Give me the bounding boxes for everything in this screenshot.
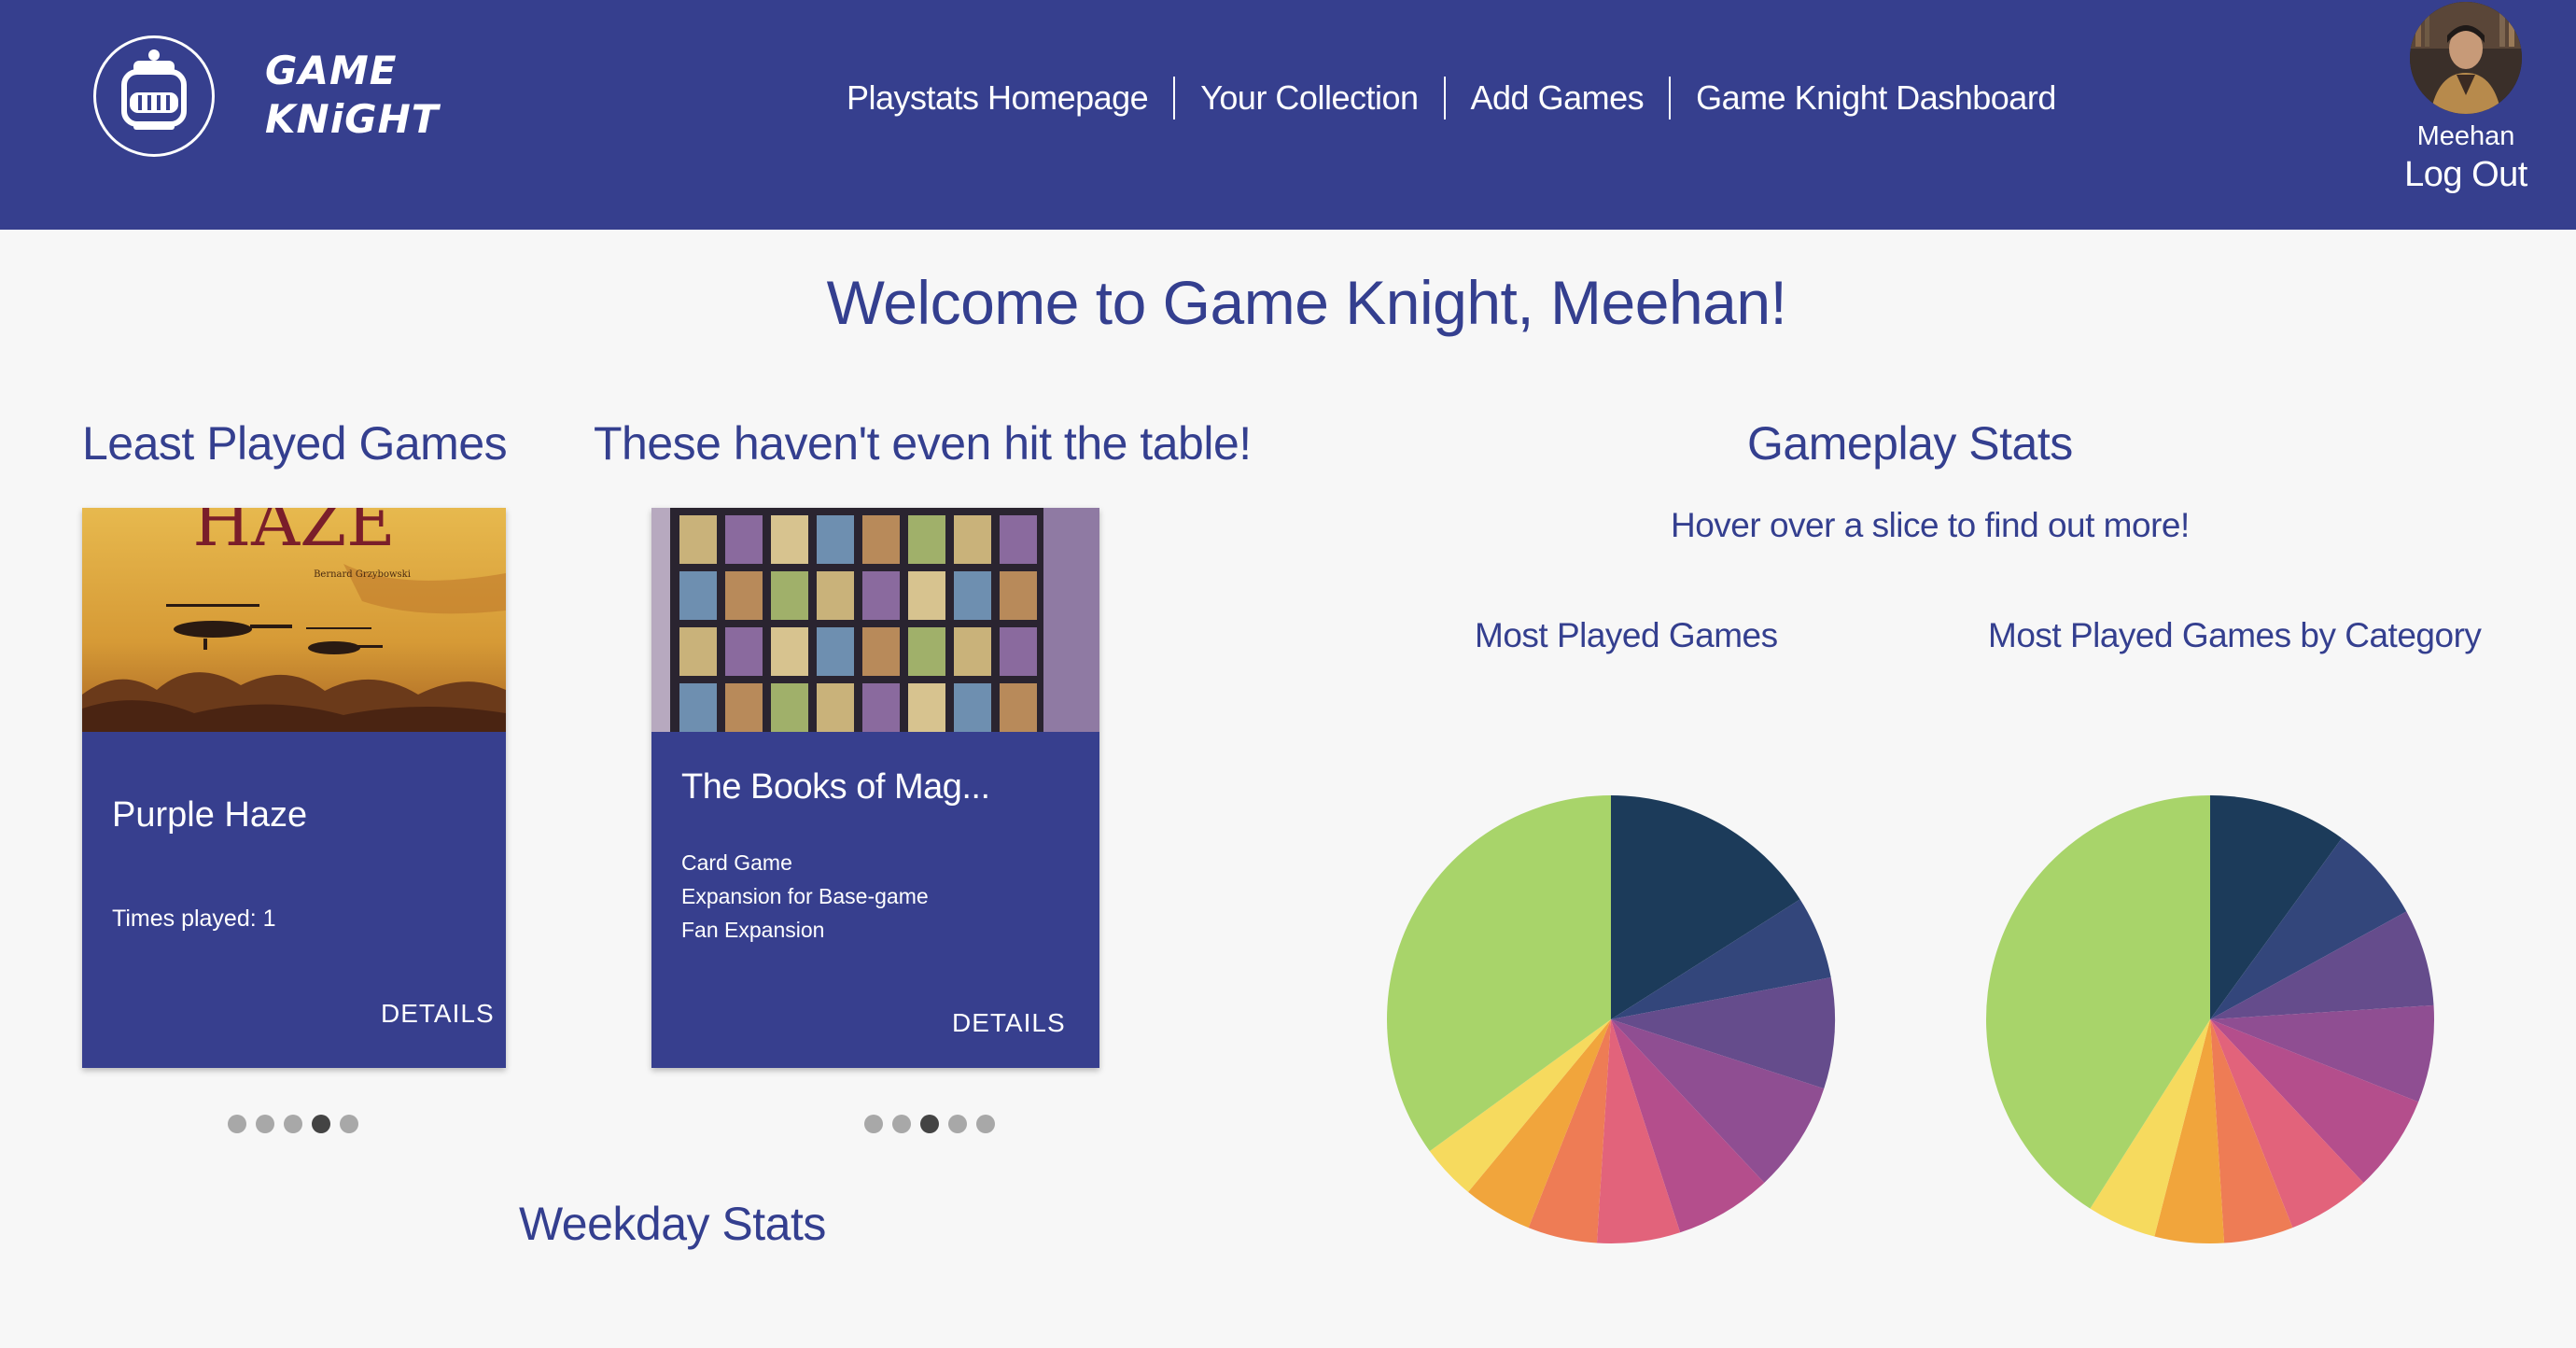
card-art-tile bbox=[862, 683, 900, 732]
card-art-tile bbox=[1000, 571, 1037, 620]
card-art-tile bbox=[679, 627, 717, 676]
top-navbar: GAME KNiGHT Playstats Homepage Your Coll… bbox=[0, 0, 2576, 230]
not-played-heading: These haven't even hit the table! bbox=[594, 417, 1252, 470]
card-art-tile bbox=[1000, 683, 1037, 732]
weekday-stats-heading: Weekday Stats bbox=[519, 1198, 826, 1250]
least-played-card[interactable]: HAZE Bernard Grzybowski Purple Haze Time… bbox=[82, 508, 506, 1068]
carousel-dot[interactable] bbox=[284, 1115, 302, 1133]
carousel-dot[interactable] bbox=[892, 1115, 911, 1133]
card-art-tile bbox=[679, 683, 717, 732]
card-art-tile bbox=[862, 627, 900, 676]
card-art-tile bbox=[862, 571, 900, 620]
pie-hover-hint: Hover over a slice to find out more! bbox=[1671, 506, 2190, 544]
card-art-tile bbox=[725, 683, 763, 732]
card-art-tile bbox=[679, 515, 717, 564]
card-art-tile bbox=[771, 627, 808, 676]
most-played-games-pie[interactable] bbox=[1385, 793, 1837, 1245]
carousel-dot[interactable] bbox=[976, 1115, 995, 1133]
pie-2-title: Most Played Games by Category bbox=[1988, 616, 2482, 654]
card-title: Purple Haze bbox=[112, 795, 308, 835]
card-art-tile bbox=[725, 571, 763, 620]
card-art-tile bbox=[817, 627, 854, 676]
not-played-carousel-dots bbox=[864, 1115, 995, 1133]
times-played: Times played: 1 bbox=[112, 906, 276, 932]
carousel-dot[interactable] bbox=[256, 1115, 274, 1133]
game-cover-image[interactable]: HAZE Bernard Grzybowski bbox=[82, 508, 506, 732]
card-art-tile bbox=[954, 683, 991, 732]
card-art-tile bbox=[817, 515, 854, 564]
card-art-tile bbox=[862, 515, 900, 564]
game-cover-image[interactable] bbox=[651, 508, 1099, 732]
nav-your-collection[interactable]: Your Collection bbox=[1175, 78, 1443, 118]
card-art-tile bbox=[725, 627, 763, 676]
logo-line-2: KNiGHT bbox=[265, 96, 440, 142]
main-nav: Playstats Homepage Your Collection Add G… bbox=[821, 75, 2081, 121]
card-art-tile bbox=[725, 515, 763, 564]
nav-playstats-homepage[interactable]: Playstats Homepage bbox=[821, 78, 1173, 118]
logo-wordmark[interactable]: GAME KNiGHT bbox=[265, 47, 439, 144]
carousel-dot[interactable] bbox=[864, 1115, 883, 1133]
logo-line-1: GAME bbox=[265, 48, 398, 93]
card-art-tile bbox=[817, 683, 854, 732]
card-art-tile bbox=[771, 515, 808, 564]
least-played-carousel-dots bbox=[228, 1115, 358, 1133]
avatar[interactable] bbox=[2410, 2, 2522, 114]
card-art-tile bbox=[1000, 627, 1037, 676]
card-art-tile bbox=[771, 571, 808, 620]
carousel-dot[interactable] bbox=[228, 1115, 246, 1133]
card-art-tile bbox=[908, 683, 945, 732]
page-title: Welcome to Game Knight, Meehan! bbox=[826, 268, 1787, 337]
cover-author: Bernard Grzybowski bbox=[314, 569, 411, 580]
gameplay-stats-heading: Gameplay Stats bbox=[1747, 417, 2073, 470]
not-played-card[interactable]: The Books of Mag... Card Game Expansion … bbox=[651, 508, 1099, 1068]
card-art-tile bbox=[908, 571, 945, 620]
knight-helmet-icon[interactable] bbox=[93, 35, 215, 157]
card-title: The Books of Mag... bbox=[681, 767, 990, 807]
card-art-tile bbox=[817, 571, 854, 620]
details-button[interactable]: DETAILS bbox=[381, 999, 495, 1029]
card-art-tile bbox=[771, 683, 808, 732]
cover-title: HAZE bbox=[192, 508, 395, 561]
user-name: Meehan bbox=[2416, 121, 2515, 151]
card-art-tile bbox=[954, 571, 991, 620]
nav-add-games[interactable]: Add Games bbox=[1446, 78, 1670, 118]
carousel-dot-active[interactable] bbox=[312, 1115, 330, 1133]
logout-link[interactable]: Log Out bbox=[2389, 155, 2542, 195]
category-2: Expansion for Base-game bbox=[681, 884, 929, 908]
details-button[interactable]: DETAILS bbox=[952, 1008, 1066, 1038]
category-1: Card Game bbox=[681, 850, 792, 875]
card-art-tile bbox=[954, 515, 991, 564]
card-art-tile bbox=[1000, 515, 1037, 564]
card-art-tile bbox=[954, 627, 991, 676]
pie-1-title: Most Played Games bbox=[1475, 616, 1778, 654]
card-art-tile bbox=[908, 627, 945, 676]
most-played-by-category-pie[interactable] bbox=[1984, 793, 2436, 1245]
carousel-dot-active[interactable] bbox=[920, 1115, 939, 1133]
card-art-tile bbox=[679, 571, 717, 620]
nav-game-knight-dashboard[interactable]: Game Knight Dashboard bbox=[1671, 78, 2081, 118]
carousel-dot[interactable] bbox=[948, 1115, 967, 1133]
carousel-dot[interactable] bbox=[340, 1115, 358, 1133]
category-3: Fan Expansion bbox=[681, 918, 825, 942]
least-played-heading: Least Played Games bbox=[82, 417, 508, 470]
card-art-tile bbox=[908, 515, 945, 564]
